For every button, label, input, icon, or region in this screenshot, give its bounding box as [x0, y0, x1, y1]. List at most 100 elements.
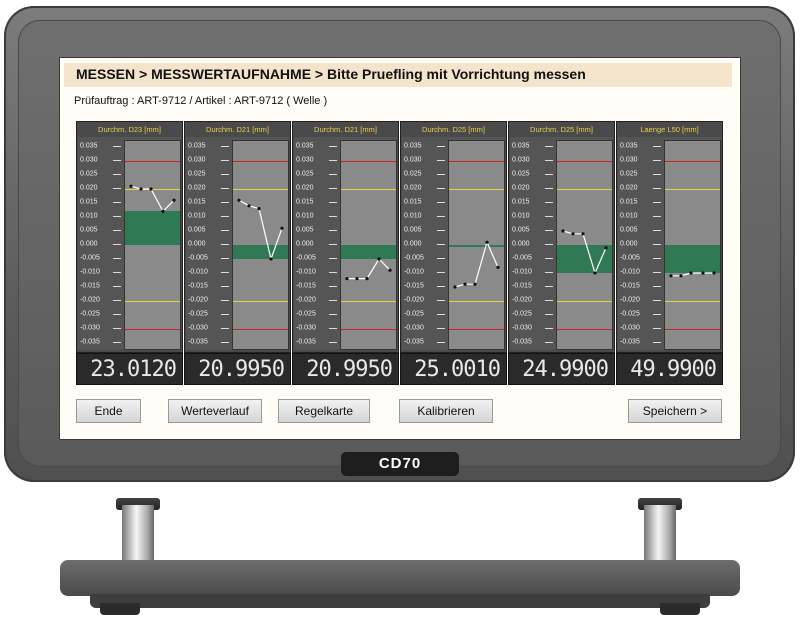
scale-tick-mark: [113, 174, 121, 175]
scale-tick-mark: [437, 216, 445, 217]
scale-tick-mark: [113, 300, 121, 301]
scale-tick-mark: [113, 286, 121, 287]
scale-tick-mark: [329, 258, 337, 259]
kalibrieren-button[interactable]: Kalibrieren: [399, 399, 493, 423]
scale-tick-mark: [329, 286, 337, 287]
scale-tick-mark: [221, 244, 229, 245]
regelkarte-button[interactable]: Regelkarte: [278, 399, 370, 423]
scale-tick-mark: [545, 300, 553, 301]
left-foot: [100, 603, 140, 615]
scale-tick-mark: [221, 342, 229, 343]
right-foot: [660, 603, 700, 615]
werteverlauf-button[interactable]: Werteverlauf: [168, 399, 262, 423]
value-readout: 20.9950: [292, 353, 399, 385]
scale-tick-mark: [437, 174, 445, 175]
readout-value: 24.9900: [522, 357, 609, 382]
measurement-point: [269, 257, 273, 261]
scale-tick-mark: [653, 230, 661, 231]
readout-value: 25.0010: [414, 357, 501, 382]
measurement-series: [561, 229, 608, 275]
scale-tick-mark: [113, 314, 121, 315]
measurement-point: [355, 277, 359, 281]
gauge-panel: Laenge L50 [mm] 0.035 0.030 0.025 0.020 0.015…: [616, 121, 723, 353]
measurement-point: [345, 277, 349, 281]
scale-tick-mark: [113, 188, 121, 189]
scale-tick-mark: [329, 300, 337, 301]
scale-tick-mark: [653, 202, 661, 203]
scale-tick-mark: [653, 160, 661, 161]
gauge-title: Durchm. D25 [mm]: [530, 125, 593, 134]
measurement-point: [593, 271, 597, 275]
scale-tick-mark: [221, 160, 229, 161]
measurement-point: [377, 257, 381, 261]
scale-tick-mark: [437, 258, 445, 259]
gauge-title: Durchm. D21 [mm]: [206, 125, 269, 134]
scale-tick-mark: [221, 202, 229, 203]
measurement-point: [689, 271, 693, 275]
measurement-point: [388, 268, 392, 272]
scale-tick-mark: [221, 328, 229, 329]
readout-value: 20.9950: [306, 357, 393, 382]
readout-value: 20.9950: [198, 357, 285, 382]
measurement-point: [561, 229, 565, 233]
scale-tick-mark: [221, 258, 229, 259]
order-info: Prüfauftrag : ART-9712 / Artikel : ART-9…: [74, 95, 328, 107]
measurement-point: [712, 271, 716, 275]
speichern-button[interactable]: Speichern >: [628, 399, 722, 423]
scale-tick-mark: [653, 188, 661, 189]
measurement-point: [679, 274, 683, 278]
scale-tick-mark: [329, 146, 337, 147]
scale-tick-mark: [653, 300, 661, 301]
gauge-panel: Durchm. D25 [mm] 0.035 0.030 0.025 0.020 0.01…: [400, 121, 507, 353]
gauge-panel: Durchm. D21 [mm] 0.035 0.030 0.025 0.020 0.01…: [292, 121, 399, 353]
scale-tick-mark: [545, 216, 553, 217]
scale-tick-mark: [437, 244, 445, 245]
measurement-line: [347, 258, 391, 280]
scale-tick-mark: [653, 286, 661, 287]
value-readout: 25.0010: [400, 353, 507, 385]
scale-tick-mark: [545, 286, 553, 287]
measurement-line: [562, 230, 607, 275]
scale-tick-mark: [329, 244, 337, 245]
scale-tick-mark: [329, 188, 337, 189]
measurement-point: [257, 207, 261, 211]
gauge-plot: [556, 140, 613, 350]
scale-tick-mark: [653, 216, 661, 217]
scale-tick-mark: [113, 258, 121, 259]
measurement-point: [701, 271, 705, 275]
scale-tick-mark: [437, 230, 445, 231]
measurement-point: [604, 246, 608, 250]
stand-base: [60, 560, 740, 596]
measurement-point: [463, 282, 467, 286]
ende-button[interactable]: Ende: [76, 399, 141, 423]
scale-tick-mark: [653, 244, 661, 245]
scale-tick-mark: [329, 160, 337, 161]
readout-value: 49.9900: [630, 357, 717, 382]
scale-tick-mark: [113, 202, 121, 203]
scale-tick-mark: [113, 230, 121, 231]
readout-value: 23.0120: [90, 357, 177, 382]
scale-tick-mark: [113, 342, 121, 343]
scale-tick-mark: [437, 328, 445, 329]
measurement-line: [454, 240, 499, 288]
measurement-point: [139, 187, 143, 191]
measurement-series: [237, 198, 284, 262]
scale-tick-mark: [437, 314, 445, 315]
screen: MESSEN > MESSWERTAUFNAHME > Bitte Pruefl…: [59, 57, 741, 440]
scale-tick-mark: [329, 272, 337, 273]
value-readout: 23.0120: [76, 353, 183, 385]
scale-tick-mark: [653, 328, 661, 329]
gauge-panel: Durchm. D23 [mm] 0.035 0.030 0.025 0.020 0.01…: [76, 121, 183, 353]
scale-tick-mark: [221, 314, 229, 315]
device-model-label: CD70: [378, 455, 422, 472]
gauge-title: Durchm. D21 [mm]: [314, 125, 377, 134]
gauge-plot: [124, 140, 181, 350]
measurement-series: [453, 240, 500, 289]
value-readout: 24.9900: [508, 353, 615, 385]
scale-tick-mark: [113, 272, 121, 273]
scale-tick-mark: [329, 230, 337, 231]
scale-tick-mark: [221, 230, 229, 231]
scale-tick-mark: [545, 146, 553, 147]
scale-tick-mark: [653, 146, 661, 147]
scale-tick-mark: [113, 216, 121, 217]
